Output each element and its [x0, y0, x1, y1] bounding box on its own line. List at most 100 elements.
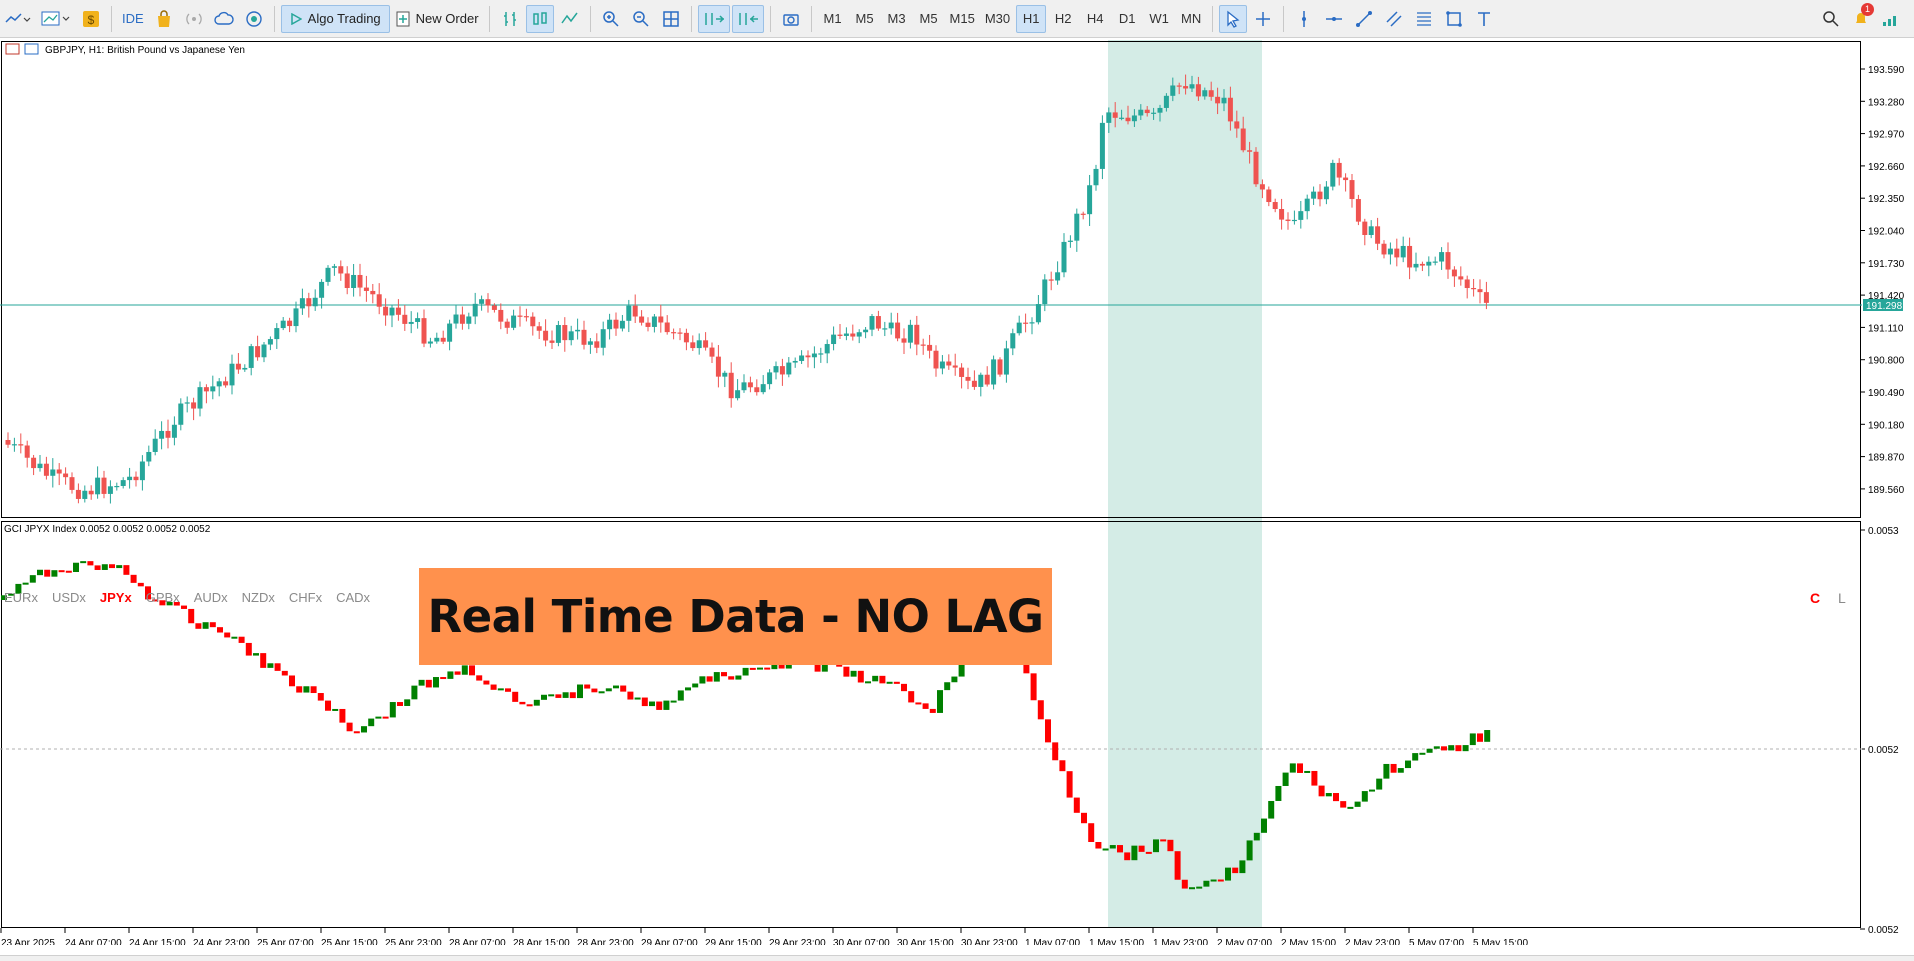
indicator-bar — [577, 684, 583, 699]
timeframe-d1[interactable]: D1 — [1112, 5, 1142, 33]
indicator-bar — [483, 680, 490, 685]
chart-canvas[interactable]: 193.590 193.280 192.970 192.660 192.350 192.0… — [0, 40, 1914, 945]
candle-body — [920, 344, 926, 346]
candle-body — [850, 333, 856, 337]
currency-tab-jpyx[interactable]: JPYx — [100, 590, 132, 605]
candle-body — [978, 374, 984, 387]
line-chart-menu-icon[interactable] — [1, 5, 35, 33]
bar-chart-icon[interactable] — [496, 5, 524, 33]
community-icon[interactable] — [240, 5, 268, 33]
crosshair-icon[interactable] — [1249, 5, 1277, 33]
timeframe-h2[interactable]: H2 — [1048, 5, 1078, 33]
line-chart-icon[interactable] — [556, 5, 584, 33]
indicator-bar — [123, 565, 130, 575]
candle-body — [248, 346, 254, 368]
indicator-bar — [627, 691, 634, 700]
candle-body — [5, 440, 11, 445]
candle-body — [31, 457, 37, 469]
shapes-icon[interactable] — [1440, 5, 1468, 33]
fibonacci-icon[interactable] — [1410, 5, 1438, 33]
candle-body — [792, 360, 798, 363]
currency-tab-audx[interactable]: AUDx — [194, 590, 228, 605]
cursor-tool-icon[interactable] — [1219, 4, 1248, 33]
mode-c-button[interactable]: C — [1810, 590, 1820, 606]
mode-l-button[interactable]: L — [1838, 590, 1846, 606]
time-axis-label: 30 Apr 15:00 — [897, 938, 954, 945]
signal-strength-icon[interactable] — [1877, 5, 1905, 33]
currency-tab-cadx[interactable]: CADx — [336, 590, 370, 605]
vertical-line-icon[interactable] — [1290, 5, 1318, 33]
candle-body — [267, 339, 273, 345]
candle-body — [1125, 117, 1131, 122]
indicator-bar — [742, 667, 749, 676]
indicator-bar — [224, 632, 231, 638]
trendline-icon[interactable] — [1350, 5, 1378, 33]
market-watch-icon[interactable]: $ — [77, 5, 105, 33]
timeframe-m5[interactable]: M5 — [850, 5, 880, 33]
timeframe-h4[interactable]: H4 — [1080, 5, 1110, 33]
candle-body — [991, 359, 997, 385]
indicator-bar — [1210, 879, 1217, 882]
new-order-button[interactable]: New Order — [392, 5, 483, 33]
timeframe-m30[interactable]: M30 — [981, 5, 1014, 33]
time-axis-label: 29 Apr 15:00 — [705, 938, 762, 945]
timeframe-m1[interactable]: M1 — [818, 5, 848, 33]
timeframe-m15[interactable]: M15 — [946, 5, 979, 33]
text-tool-icon[interactable] — [1470, 5, 1498, 33]
notifications-icon[interactable]: 1 — [1847, 3, 1875, 33]
timeframe-m3[interactable]: M3 — [882, 5, 912, 33]
indicator-bar — [663, 700, 670, 710]
zoom-out-icon[interactable] — [627, 5, 655, 33]
candle-body — [1298, 211, 1304, 220]
candle-body — [479, 299, 485, 304]
timeframe-mn[interactable]: MN — [1176, 5, 1206, 33]
zoom-in-icon[interactable] — [597, 5, 625, 33]
algo-trading-button[interactable]: Algo Trading — [280, 4, 390, 33]
time-axis-label: 24 Apr 07:00 — [65, 938, 122, 945]
indicator-bar — [1181, 879, 1188, 889]
candle-body — [491, 305, 497, 310]
screenshot-icon[interactable] — [777, 5, 805, 33]
indicator-bar — [1138, 845, 1145, 852]
indicator-title: GCI JPYX Index 0.0052 0.0052 0.0052 0.00… — [4, 524, 211, 535]
candle-body — [1221, 97, 1227, 104]
indicator-bar — [65, 570, 72, 573]
candle-body — [741, 382, 747, 391]
new-order-icon — [396, 11, 410, 26]
vps-cloud-icon[interactable] — [210, 5, 238, 33]
tile-windows-icon[interactable] — [657, 5, 685, 33]
indicator-bar — [634, 697, 641, 700]
chart-window-menu-icon[interactable] — [37, 5, 75, 33]
search-icon[interactable] — [1817, 5, 1845, 33]
signals-icon[interactable] — [180, 5, 208, 33]
ide-button[interactable]: IDE — [118, 5, 148, 33]
time-axis-label: 30 Apr 07:00 — [833, 938, 890, 945]
indicator-bar — [454, 671, 461, 675]
chart-window[interactable]: 193.590 193.280 192.970 192.660 192.350 192.0… — [0, 40, 1914, 945]
channel-icon[interactable] — [1380, 5, 1408, 33]
currency-tab-eurx[interactable]: EURx — [4, 590, 38, 605]
toolbar-separator — [1212, 5, 1214, 32]
timeframe-w1[interactable]: W1 — [1144, 5, 1174, 33]
candlestick-chart-icon[interactable] — [525, 4, 554, 33]
currency-tab-gpbx[interactable]: GPBx — [146, 590, 180, 605]
timeframe-m5[interactable]: M5 — [914, 5, 944, 33]
indicator-bar — [469, 665, 475, 676]
candle-body — [1183, 86, 1189, 89]
candle-body — [824, 344, 830, 354]
candle-body — [1035, 304, 1041, 323]
timeframe-h1[interactable]: H1 — [1016, 4, 1047, 33]
auto-scroll-icon[interactable] — [697, 4, 730, 33]
candle-body — [440, 337, 446, 342]
currency-tab-chfx[interactable]: CHFx — [289, 590, 322, 605]
market-icon[interactable] — [150, 5, 178, 33]
candle-body — [971, 380, 977, 387]
currency-tab-nzdx[interactable]: NZDx — [242, 590, 275, 605]
candle-body — [895, 322, 901, 339]
horizontal-line-icon[interactable] — [1320, 5, 1348, 33]
candle-body — [997, 359, 1003, 375]
currency-tab-usdx[interactable]: USDx — [52, 590, 86, 605]
candle-body — [107, 486, 113, 494]
indicator-tick-label: 0.0052 — [1868, 745, 1899, 756]
chart-shift-icon[interactable] — [731, 4, 764, 33]
